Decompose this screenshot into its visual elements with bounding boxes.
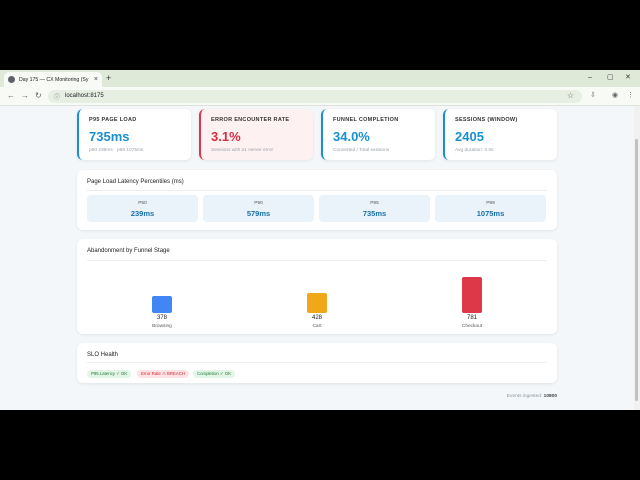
percentile-tile-p50: P50 239ms: [87, 195, 198, 222]
bar-value-cart: 428: [311, 315, 322, 321]
section-title: Page Load Latency Percentiles (ms): [87, 179, 184, 185]
profile-icon[interactable]: ◉: [612, 91, 618, 101]
site-info-icon[interactable]: ⓘ: [54, 92, 60, 101]
kpi-value: 2405: [455, 129, 484, 144]
scrollbar-thumb[interactable]: [635, 139, 638, 401]
kpi-value: 735ms: [89, 129, 130, 144]
kpi-card-funnel-completion: FUNNEL COMPLETION 34.0% Converted / Tota…: [321, 109, 435, 160]
kpi-card-p95-page-load: P95 PAGE LOAD 735ms p50 239ms · p99 1075…: [77, 109, 191, 160]
divider: [87, 190, 547, 191]
kpi-card-error-rate: ERROR ENCOUNTER RATE 3.1% Sessions with …: [199, 109, 313, 160]
slo-badge-p95-latency: P95 Latency ✓ OK: [87, 370, 132, 378]
percentile-value: 1075ms: [476, 209, 505, 218]
percentile-label: P90: [254, 201, 263, 206]
kpi-card-sessions: SESSIONS (WINDOW) 2405 Avg duration: 0.0…: [443, 109, 557, 160]
percentile-value: 239ms: [130, 209, 155, 218]
bar-value-checkout: 781: [466, 315, 477, 321]
events-ingested-footer: Events ingested: 10800: [507, 394, 557, 399]
url-text: localhost:8175: [65, 93, 104, 99]
slo-badge-error-rate: Error Rate ⚠ BREACH: [137, 370, 189, 378]
kpi-label: SESSIONS (WINDOW): [455, 117, 518, 123]
kpi-label: FUNNEL COMPLETION: [333, 117, 399, 123]
footer-label: Events ingested:: [506, 394, 543, 399]
menu-kebab-icon[interactable]: ⋮: [627, 91, 634, 101]
abandonment-bar-chart: 378 Browsing 428 Cart 781 Checkout: [77, 239, 557, 334]
slo-health-panel: SLO Health P95 Latency ✓ OK Error Rate ⚠…: [77, 343, 557, 383]
globe-icon: [8, 76, 15, 83]
tab-cx-monitoring[interactable]: Day 175 — CX Monitoring (Sy ×: [4, 72, 102, 87]
percentile-tile-p95: P95 735ms: [319, 195, 430, 222]
browser-window: Day 175 — CX Monitoring (Sy × + – ▢ ✕ ← …: [0, 70, 640, 410]
kpi-value: 3.1%: [211, 129, 241, 144]
bar-value-browsing: 378: [156, 315, 167, 321]
close-tab-icon[interactable]: ×: [94, 76, 98, 83]
bar-category-checkout: Checkout: [461, 324, 483, 329]
page-scrollbar[interactable]: [634, 106, 640, 410]
percentile-value: 735ms: [362, 209, 387, 218]
percentile-label: P50: [138, 201, 147, 206]
tab-strip: Day 175 — CX Monitoring (Sy × + – ▢ ✕: [0, 70, 640, 87]
maximize-icon[interactable]: ▢: [607, 73, 614, 83]
back-icon[interactable]: ←: [7, 91, 15, 101]
bar-category-cart: Cart: [312, 324, 322, 329]
abandonment-chart-panel: Abandonment by Funnel Stage 378 Browsing 4…: [77, 239, 557, 334]
percentile-value: 579ms: [246, 209, 271, 218]
kpi-value: 34.0%: [333, 129, 370, 144]
divider: [87, 362, 547, 363]
events-count: 10800: [543, 394, 557, 399]
new-tab-icon[interactable]: +: [106, 73, 111, 84]
percentile-label: P99: [486, 201, 495, 206]
bar-cart: [307, 293, 327, 313]
download-icon[interactable]: ⇩: [590, 91, 596, 101]
latency-percentiles-panel: Page Load Latency Percentiles (ms) P50 2…: [77, 170, 557, 230]
forward-icon[interactable]: →: [21, 91, 29, 101]
kpi-label: ERROR ENCOUNTER RATE: [211, 117, 290, 123]
kpi-subtext: Converted / Total sessions: [333, 148, 390, 153]
address-bar[interactable]: ⓘ localhost:8175 ☆: [48, 90, 582, 103]
bookmark-star-icon[interactable]: ☆: [567, 91, 574, 100]
close-window-icon[interactable]: ✕: [625, 73, 631, 83]
tab-title: Day 175 — CX Monitoring (Sy: [19, 76, 89, 83]
slo-badge-completion: Completion ✓ OK: [193, 370, 235, 378]
minimize-icon[interactable]: –: [588, 73, 592, 83]
kpi-subtext: Sessions with ≥1 server error: [211, 148, 274, 153]
bar-browsing: [152, 296, 172, 313]
bar-category-browsing: Browsing: [152, 324, 172, 329]
kpi-subtext: p50 239ms · p99 1075ms: [89, 148, 144, 153]
percentile-tile-p99: P99 1075ms: [435, 195, 546, 222]
percentile-label: P95: [370, 201, 379, 206]
kpi-label: P95 PAGE LOAD: [89, 117, 137, 123]
reload-icon[interactable]: ↻: [35, 91, 42, 101]
dashboard-page: P95 PAGE LOAD 735ms p50 239ms · p99 1075…: [0, 106, 634, 410]
browser-toolbar: ← → ↻ ⓘ localhost:8175 ☆ ⇩ ◉ ⋮: [0, 87, 640, 106]
section-title: SLO Health: [87, 352, 119, 358]
kpi-subtext: Avg duration: 0.0s: [455, 148, 494, 153]
bar-checkout: [462, 277, 482, 313]
percentile-tile-p90: P90 579ms: [203, 195, 314, 222]
